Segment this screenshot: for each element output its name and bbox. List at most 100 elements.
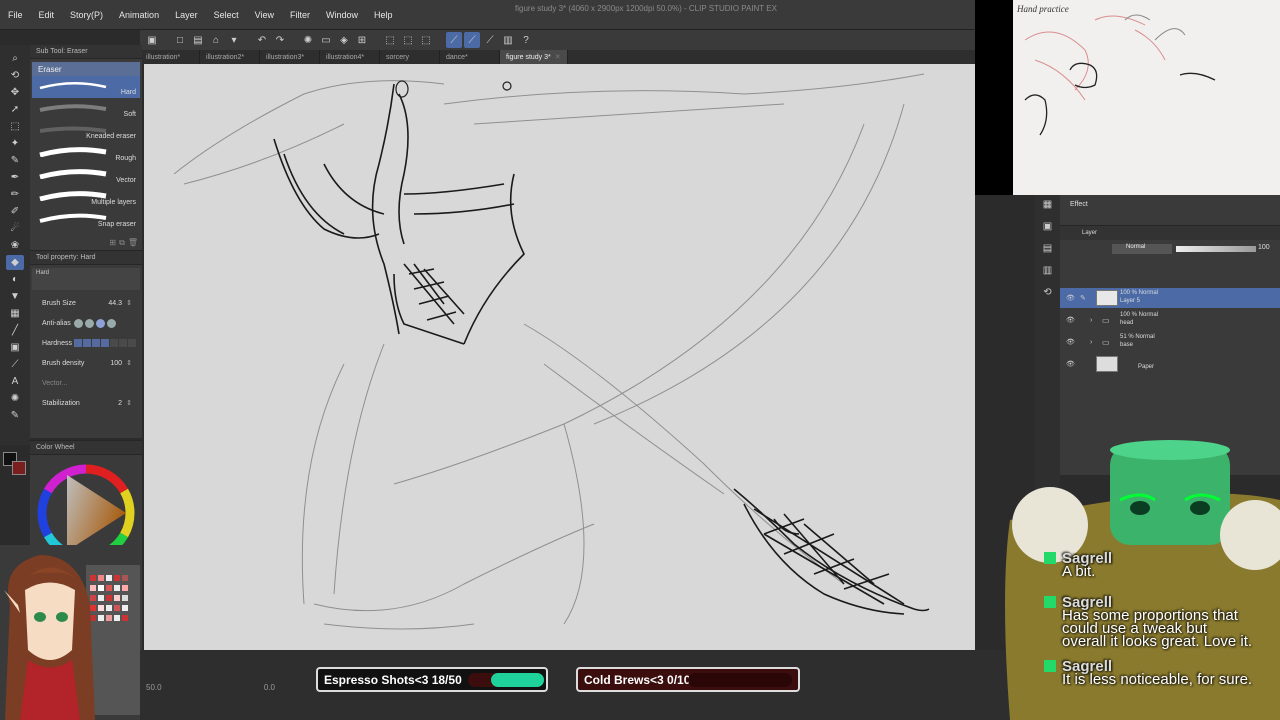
- menu-window[interactable]: Window: [318, 10, 366, 20]
- opacity-slider[interactable]: [1176, 246, 1256, 252]
- zoom-tool-icon[interactable]: ⌕: [6, 51, 24, 66]
- add-subtool-icon[interactable]: ⊞: [109, 238, 116, 248]
- menu-file[interactable]: File: [0, 10, 31, 20]
- tab-figure-study-3[interactable]: figure study 3* ✕: [500, 50, 568, 64]
- fill-tool-icon[interactable]: ▼: [6, 289, 24, 304]
- redo-icon[interactable]: ↷: [272, 32, 288, 48]
- invert-icon[interactable]: ⬚: [418, 32, 434, 48]
- angle-value[interactable]: 0.0: [264, 683, 275, 692]
- delete-subtool-icon[interactable]: 🗑: [128, 238, 138, 248]
- rotate-tool-icon[interactable]: ⟲: [6, 68, 24, 83]
- brush-size-stepper-icon[interactable]: ⇕: [126, 299, 132, 307]
- brush-density-stepper-icon[interactable]: ⇕: [126, 359, 132, 367]
- operation-tool-icon[interactable]: ➚: [6, 102, 24, 117]
- material-icon[interactable]: ▥: [1041, 265, 1055, 279]
- eyedropper-tool-icon[interactable]: ✎: [6, 153, 24, 168]
- menu-layer[interactable]: Layer: [167, 10, 206, 20]
- drawing-canvas[interactable]: [144, 64, 975, 650]
- eraser-tool-icon[interactable]: ◆: [6, 255, 24, 270]
- brush-hard[interactable]: Hard: [32, 76, 140, 98]
- stabilization-row[interactable]: Stabilization 2 ⇕: [30, 393, 142, 413]
- history-icon[interactable]: ⟲: [1041, 287, 1055, 301]
- layer-property-icon[interactable]: ▦: [1041, 199, 1055, 213]
- brush-rough[interactable]: Rough: [32, 142, 140, 164]
- decoration-tool-icon[interactable]: ❀: [6, 238, 24, 253]
- tab-sorcery[interactable]: sorcery: [380, 50, 440, 64]
- menu-select[interactable]: Select: [206, 10, 247, 20]
- menu-story[interactable]: Story(P): [62, 10, 111, 20]
- tab-dance[interactable]: dance*: [440, 50, 500, 64]
- undo-icon[interactable]: ↶: [254, 32, 270, 48]
- airbrush-tool-icon[interactable]: ☄: [6, 221, 24, 236]
- auto-select-tool-icon[interactable]: ✦: [6, 136, 24, 151]
- brush-tool-icon[interactable]: ✐: [6, 204, 24, 219]
- crop-icon[interactable]: ⊞: [354, 32, 370, 48]
- frame-tool-icon[interactable]: ▣: [6, 340, 24, 355]
- hardness-row[interactable]: Hardness: [30, 333, 142, 353]
- pen-tool-icon[interactable]: ✒: [6, 170, 24, 185]
- snap-grid-icon[interactable]: ⟋: [482, 32, 498, 48]
- copy-subtool-icon[interactable]: ⧉: [119, 238, 125, 248]
- tab-illustration4[interactable]: illustration4*: [320, 50, 380, 64]
- select-all-icon[interactable]: ⬚: [400, 32, 416, 48]
- snap-ruler-icon[interactable]: ⟋: [446, 32, 462, 48]
- brush-density-value[interactable]: 100: [110, 360, 122, 367]
- gradient-tool-icon[interactable]: ▦: [6, 306, 24, 321]
- layer-row[interactable]: 👁 ✎ 100 % Normal Layer 5: [1060, 288, 1280, 308]
- opacity-value[interactable]: 100: [1258, 244, 1270, 251]
- color-set-icon[interactable]: ▥: [500, 32, 516, 48]
- sub-view-icon[interactable]: ▤: [1041, 243, 1055, 257]
- tab-illustration3[interactable]: illustration3*: [260, 50, 320, 64]
- sub-tool-group[interactable]: Eraser: [32, 62, 140, 76]
- blend-tool-icon[interactable]: ◐: [6, 272, 24, 287]
- tab-illustration2[interactable]: illustration2*: [200, 50, 260, 64]
- open-file-icon[interactable]: ▤: [190, 32, 206, 48]
- stabilization-stepper-icon[interactable]: ⇕: [126, 399, 132, 407]
- visibility-eye-icon[interactable]: 👁: [1066, 316, 1075, 324]
- fill-icon[interactable]: ▭: [318, 32, 334, 48]
- menu-edit[interactable]: Edit: [31, 10, 63, 20]
- settings-icon[interactable]: ✺: [300, 32, 316, 48]
- transform-icon[interactable]: ◈: [336, 32, 352, 48]
- navigator-icon[interactable]: ▣: [1041, 221, 1055, 235]
- clip-studio-icon[interactable]: ▣: [144, 32, 160, 48]
- export-icon[interactable]: ▾: [226, 32, 242, 48]
- line-correction-tool-icon[interactable]: ✎: [6, 408, 24, 423]
- zoom-value[interactable]: 50.0: [146, 683, 162, 692]
- menu-view[interactable]: View: [247, 10, 282, 20]
- text-tool-icon[interactable]: A: [6, 374, 24, 389]
- background-color-swatch[interactable]: [12, 461, 26, 475]
- hardness-slider[interactable]: [74, 339, 136, 347]
- snap-special-icon[interactable]: ⟋: [464, 32, 480, 48]
- visibility-eye-icon[interactable]: 👁: [1066, 338, 1075, 346]
- expand-chevron-icon[interactable]: ›: [1090, 317, 1092, 324]
- menu-animation[interactable]: Animation: [111, 10, 167, 20]
- menu-filter[interactable]: Filter: [282, 10, 318, 20]
- expand-chevron-icon[interactable]: ›: [1090, 339, 1092, 346]
- color-palette[interactable]: [86, 565, 140, 715]
- save-icon[interactable]: ⌂: [208, 32, 224, 48]
- close-tab-icon[interactable]: ✕: [555, 53, 561, 61]
- brush-kneaded-eraser[interactable]: Kneaded eraser: [32, 120, 140, 142]
- anti-alias-row[interactable]: Anti-alias: [30, 313, 142, 333]
- tab-illustration[interactable]: illustration*: [140, 50, 200, 64]
- tab-layer[interactable]: Layer: [1082, 230, 1097, 236]
- balloon-tool-icon[interactable]: ✺: [6, 391, 24, 406]
- vector-row[interactable]: Vector...: [30, 373, 142, 393]
- brush-multiple-layers[interactable]: Multiple layers: [32, 186, 140, 208]
- pencil-tool-icon[interactable]: ✏: [6, 187, 24, 202]
- brush-snap-eraser[interactable]: Snap eraser: [32, 208, 140, 230]
- brush-density-row[interactable]: Brush density 100 ⇕: [30, 353, 142, 373]
- move-tool-icon[interactable]: ✥: [6, 85, 24, 100]
- visibility-eye-icon[interactable]: 👁: [1066, 294, 1075, 302]
- brush-soft[interactable]: Soft: [32, 98, 140, 120]
- brush-vector[interactable]: Vector: [32, 164, 140, 186]
- help-icon[interactable]: ?: [518, 32, 534, 48]
- stabilization-value[interactable]: 2: [118, 400, 122, 407]
- anti-alias-options[interactable]: [74, 318, 116, 328]
- deselect-icon[interactable]: ⬚: [382, 32, 398, 48]
- blend-mode-select[interactable]: Normal: [1112, 244, 1172, 254]
- edit-pen-icon[interactable]: ✎: [1080, 294, 1086, 302]
- layer-row[interactable]: 👁 › ▭ 51 % Normal base: [1060, 332, 1280, 352]
- selection-tool-icon[interactable]: ⬚: [6, 119, 24, 134]
